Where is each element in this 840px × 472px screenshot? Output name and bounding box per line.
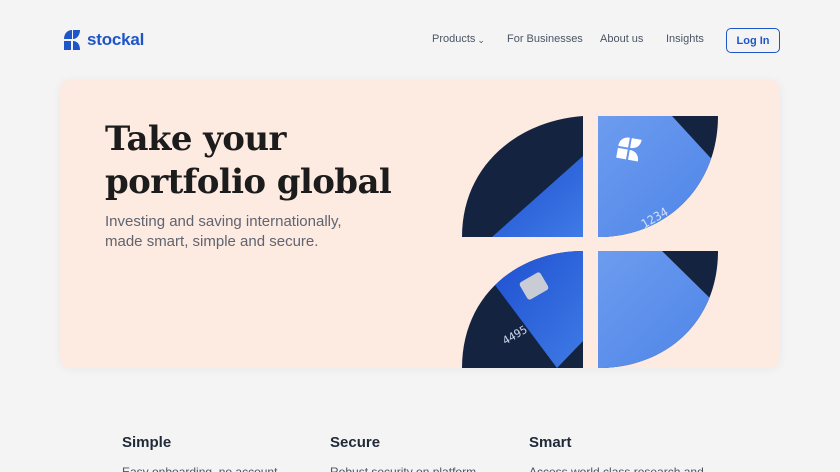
- nav-products-label: Products: [432, 33, 476, 45]
- nav-links: Products ⌄ For Businesses About us Insig…: [0, 33, 840, 49]
- nav-for-businesses[interactable]: For Businesses: [507, 33, 583, 45]
- feature-secure: Secure Robust security on platform: [330, 434, 476, 472]
- top-navigation: stockal Products ⌄ For Businesses About …: [0, 0, 840, 80]
- feature-title: Simple: [122, 434, 172, 451]
- features-section: Simple Easy onboarding, no account Secur…: [0, 420, 840, 472]
- feature-simple: Simple Easy onboarding, no account: [122, 434, 277, 472]
- hero-subtitle: Investing and saving internationally, ma…: [105, 213, 342, 250]
- feature-text: Easy onboarding, no account: [122, 465, 278, 472]
- login-button[interactable]: Log In: [726, 28, 780, 53]
- quadrant-bottom-left: 4495: [462, 251, 583, 368]
- chevron-down-icon: ⌄: [477, 34, 485, 45]
- credit-card-illustration: 1234 4495: [462, 116, 718, 368]
- hero-banner: Take your portfolio global Investing and…: [60, 80, 780, 368]
- feature-title: Secure: [330, 434, 381, 451]
- nav-about-us[interactable]: About us: [600, 33, 643, 45]
- nav-products[interactable]: Products ⌄: [432, 33, 485, 45]
- quadrant-top-right: 1234: [598, 116, 718, 237]
- feature-text: Access world class research and: [529, 465, 704, 472]
- nav-insights[interactable]: Insights: [666, 33, 704, 45]
- quadrant-top-left: [462, 116, 583, 237]
- feature-text: Robust security on platform: [330, 465, 477, 472]
- hero-title: Take your portfolio global: [105, 119, 392, 202]
- feature-title: Smart: [529, 434, 572, 451]
- feature-smart: Smart Access world class research and: [529, 434, 704, 472]
- quadrant-bottom-right: [598, 251, 718, 368]
